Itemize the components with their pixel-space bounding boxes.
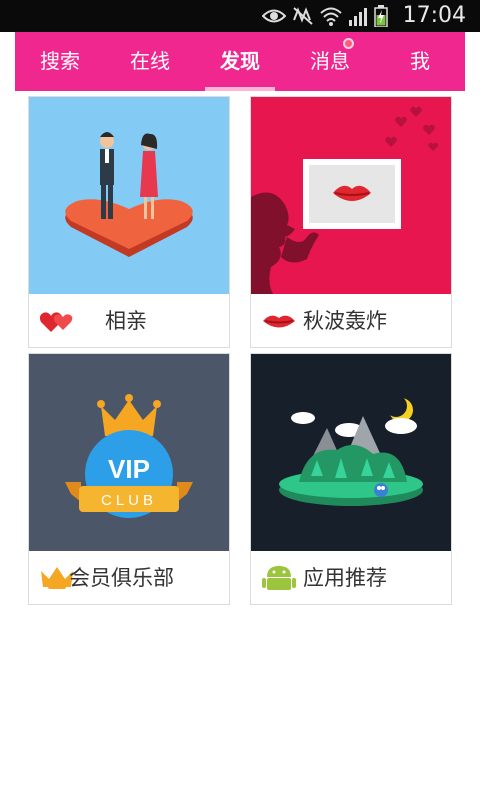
hearts-icon	[39, 312, 73, 332]
status-bar: 17:04	[0, 0, 480, 32]
card-title: 秋波轰炸	[303, 309, 387, 333]
card-title: 应用推荐	[303, 566, 387, 590]
card-label: 秋波轰炸	[251, 294, 451, 347]
card-label: 会员俱乐部	[29, 551, 229, 604]
app-recommend-illustration	[251, 354, 451, 551]
signal-icon	[349, 8, 367, 26]
tab-discover[interactable]: 发现	[195, 32, 285, 91]
tab-search[interactable]: 搜索	[15, 32, 105, 91]
tab-online[interactable]: 在线	[105, 32, 195, 91]
vip-text: VIP	[108, 454, 150, 484]
card-vip-club[interactable]: VIP CLUB 会员俱乐部	[28, 353, 230, 605]
eye-icon	[262, 9, 286, 23]
vip-club-illustration: VIP CLUB	[29, 354, 229, 551]
status-icons	[262, 5, 388, 27]
tab-messages[interactable]: 消息	[285, 32, 375, 91]
battery-icon	[374, 5, 388, 27]
card-wink-bomb[interactable]: 秋波轰炸	[250, 96, 452, 348]
android-icon	[262, 566, 296, 590]
blind-date-illustration	[29, 97, 229, 294]
card-label: 相亲	[29, 294, 229, 347]
lips-icon	[263, 315, 295, 328]
wifi-icon	[320, 7, 342, 26]
tab-label: 在线	[130, 49, 170, 73]
tab-label: 搜索	[40, 49, 80, 73]
tab-label: 消息	[310, 49, 350, 73]
card-label: 应用推荐	[251, 551, 451, 604]
tab-me[interactable]: 我	[375, 32, 465, 91]
top-tab-bar: 搜索 在线 发现 消息 我	[15, 32, 465, 91]
card-title: 相亲	[105, 309, 147, 333]
clock: 17:04	[402, 3, 466, 28]
tab-label: 我	[410, 49, 430, 73]
wink-bomb-illustration	[251, 97, 451, 294]
mute-icon	[293, 7, 313, 25]
card-app-recommend[interactable]: 应用推荐	[250, 353, 452, 605]
tab-label: 发现	[220, 49, 260, 73]
card-blind-date[interactable]: 相亲	[28, 96, 230, 348]
unread-badge	[343, 38, 354, 49]
club-text: CLUB	[101, 492, 157, 509]
card-title: 会员俱乐部	[69, 566, 174, 590]
